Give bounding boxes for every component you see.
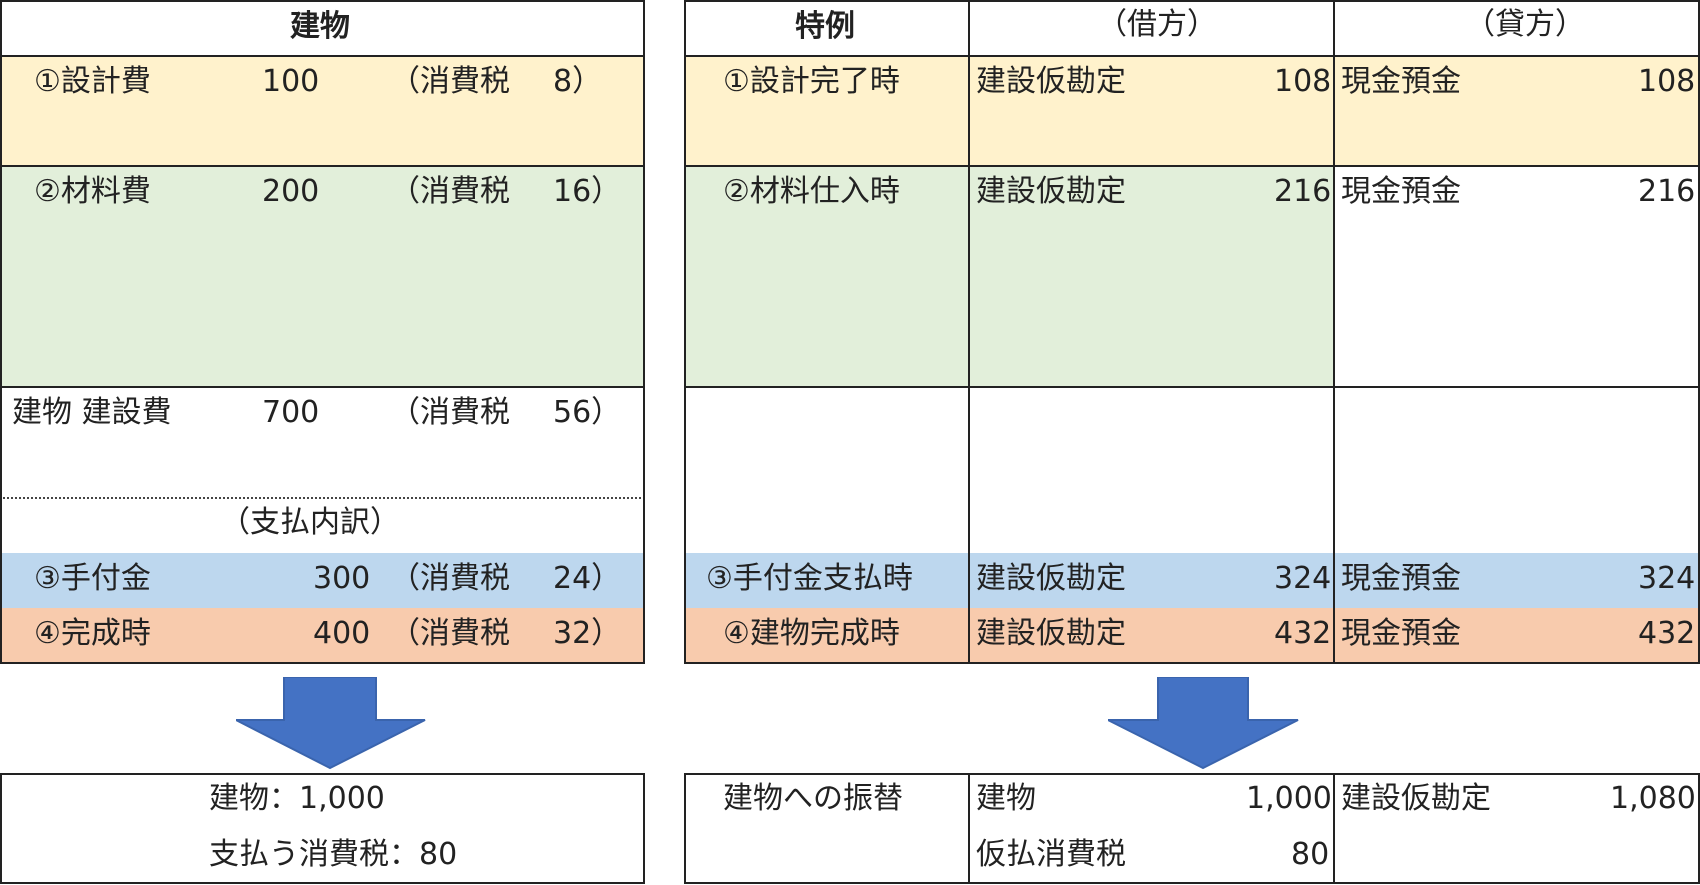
material-fee-label: ②材料費 [34, 174, 151, 209]
design-fee-amount: 100 [262, 64, 320, 99]
left-header-title: 建物 [290, 9, 350, 44]
journal-case-material: ②材料仕入時 [723, 174, 900, 209]
journal-debit-amount-material: 216 [1274, 174, 1332, 209]
transfer-credit: 建設仮勘定 [1341, 781, 1491, 816]
deposit-tax-label: （消費税 [390, 561, 510, 596]
journal-debit-amount-completion: 432 [1274, 616, 1332, 651]
deposit-label: ③手付金 [34, 561, 151, 596]
down-arrow-icon [1108, 677, 1299, 770]
construction-cost-tax: 56） [553, 395, 622, 430]
journal-debit-amount-deposit: 324 [1274, 561, 1332, 596]
journal-case-deposit: ③手付金支払時 [706, 561, 913, 596]
transfer-credit-amount: 1,080 [1610, 781, 1696, 816]
completion-tax-label: （消費税 [390, 616, 510, 651]
right-header-case: 特例 [795, 9, 855, 44]
journal-credit-amount-deposit: 324 [1638, 561, 1696, 596]
construction-cost-tax-label: （消費税 [390, 395, 510, 430]
design-fee-tax-label: （消費税 [390, 64, 510, 99]
journal-credit-amount-design: 108 [1638, 64, 1696, 99]
journal-case-design: ①設計完了時 [723, 64, 900, 99]
design-fee-tax: 8） [553, 64, 603, 99]
material-fee-tax: 16） [553, 174, 622, 209]
construction-cost-label: 建物 建設費 [12, 395, 172, 430]
transfer-debit-tax-amount: 80 [1291, 837, 1330, 872]
construction-cost-amount: 700 [262, 395, 320, 430]
journal-debit-deposit: 建設仮勘定 [976, 561, 1126, 596]
transfer-debit-building: 建物 [976, 781, 1036, 816]
right-header-credit: （貸方） [1465, 7, 1585, 42]
material-fee-amount: 200 [262, 174, 320, 209]
transfer-debit-building-amount: 1,000 [1246, 781, 1332, 816]
summary-tax-total: 支払う消費税：80 [209, 837, 458, 872]
completion-label: ④完成時 [34, 616, 151, 651]
journal-credit-design: 現金預金 [1341, 64, 1461, 99]
down-arrow-icon [236, 677, 426, 770]
deposit-tax: 24） [553, 561, 622, 596]
material-fee-tax-label: （消費税 [390, 174, 510, 209]
summary-building-total: 建物：1,000 [209, 781, 385, 816]
deposit-amount: 300 [313, 561, 371, 596]
journal-case-completion: ④建物完成時 [723, 616, 900, 651]
journal-debit-completion: 建設仮勘定 [976, 616, 1126, 651]
journal-credit-completion: 現金預金 [1341, 616, 1461, 651]
payment-breakdown-title: （支払内訳） [220, 505, 400, 540]
journal-debit-material: 建設仮勘定 [976, 174, 1126, 209]
journal-credit-material: 現金預金 [1341, 174, 1461, 209]
journal-debit-amount-design: 108 [1274, 64, 1332, 99]
journal-credit-amount-completion: 432 [1638, 616, 1696, 651]
completion-tax: 32） [553, 616, 622, 651]
journal-credit-deposit: 現金預金 [1341, 561, 1461, 596]
journal-debit-design: 建設仮勘定 [976, 64, 1126, 99]
transfer-case-label: 建物への振替 [723, 781, 903, 816]
transfer-debit-tax: 仮払消費税 [976, 837, 1126, 872]
completion-amount: 400 [313, 616, 371, 651]
journal-credit-amount-material: 216 [1638, 174, 1696, 209]
right-header-debit: （借方） [1097, 7, 1217, 42]
design-fee-label: ①設計費 [34, 64, 151, 99]
